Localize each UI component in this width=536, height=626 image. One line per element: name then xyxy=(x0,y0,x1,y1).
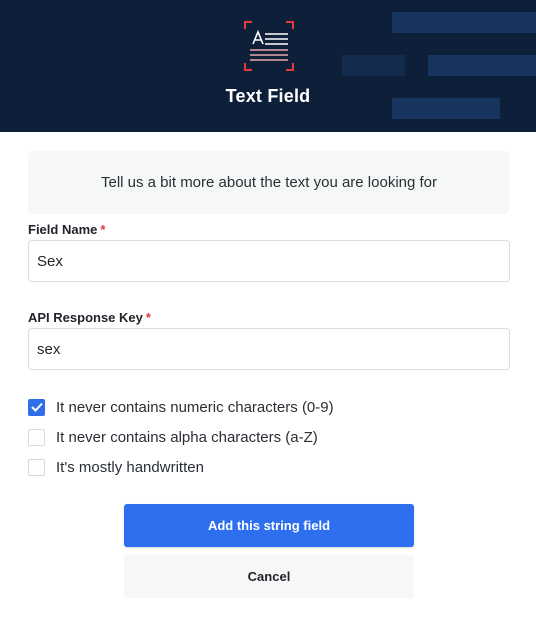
modal-header: Text Field xyxy=(0,0,536,132)
checkmark-icon xyxy=(30,402,43,412)
field-name-input[interactable] xyxy=(28,240,510,282)
api-response-key-label-text: API Response Key xyxy=(28,310,143,325)
checkbox[interactable] xyxy=(28,428,45,446)
text-field-icon xyxy=(244,21,294,71)
api-response-key-input[interactable] xyxy=(28,328,510,370)
field-name-label-text: Field Name xyxy=(28,222,98,237)
modal-title: Text Field xyxy=(225,86,311,106)
option-no-alpha[interactable]: It never contains alpha characters (a-Z) xyxy=(28,427,318,447)
checkbox[interactable] xyxy=(28,458,45,476)
info-banner: Tell us a bit more about the text you ar… xyxy=(28,151,510,214)
option-label: It never contains numeric characters (0-… xyxy=(56,398,334,416)
header-decoration xyxy=(342,55,405,76)
info-text: Tell us a bit more about the text you ar… xyxy=(100,174,438,191)
api-response-key-label: API Response Key * xyxy=(28,310,151,325)
cancel-button[interactable]: Cancel xyxy=(124,555,414,598)
checkbox[interactable] xyxy=(28,398,45,416)
field-name-label: Field Name * xyxy=(28,222,105,237)
add-string-field-button[interactable]: Add this string field xyxy=(124,504,414,547)
header-decoration xyxy=(428,55,536,76)
option-no-numeric[interactable]: It never contains numeric characters (0-… xyxy=(28,397,334,417)
option-label: It's mostly handwritten xyxy=(56,458,204,476)
option-label: It never contains alpha characters (a-Z) xyxy=(56,428,318,446)
option-handwritten[interactable]: It's mostly handwritten xyxy=(28,457,204,477)
required-marker: * xyxy=(100,222,106,237)
header-decoration xyxy=(392,12,536,33)
required-marker: * xyxy=(145,310,151,325)
